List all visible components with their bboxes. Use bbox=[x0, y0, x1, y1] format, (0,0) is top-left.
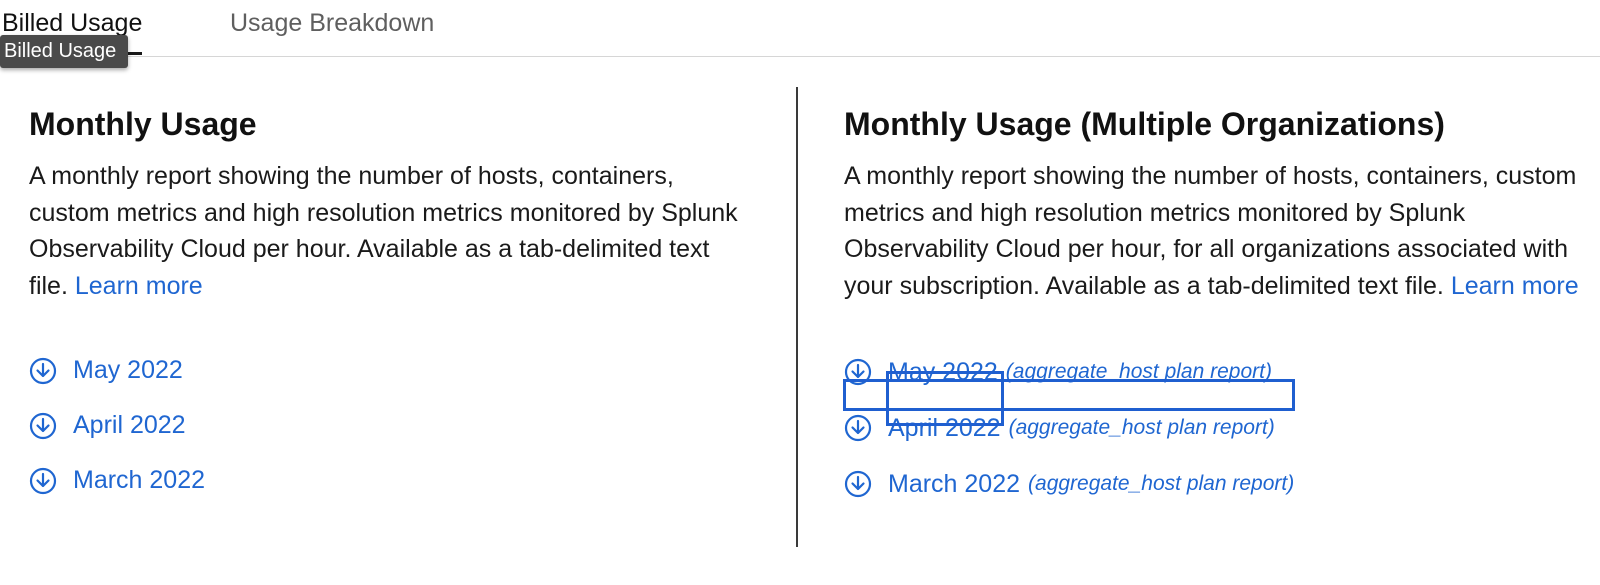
download-note[interactable]: (aggregate_host plan report) bbox=[1009, 416, 1275, 440]
download-icon bbox=[29, 467, 57, 494]
download-item[interactable]: March 2022 (aggregate_host plan report) bbox=[844, 456, 1584, 512]
tab-tooltip: Billed Usage bbox=[0, 35, 129, 68]
download-item[interactable]: April 2022 (aggregate_host plan report) bbox=[844, 400, 1584, 456]
download-icon bbox=[29, 412, 57, 439]
download-list: May 2022 (aggregate_host plan report) Ap… bbox=[844, 344, 1584, 512]
billed-usage-page: Billed Usage Usage Breakdown Billed Usag… bbox=[0, 0, 1600, 585]
download-item[interactable]: March 2022 bbox=[29, 453, 749, 508]
monthly-usage-multi-org-section: Monthly Usage (Multiple Organizations) A… bbox=[844, 100, 1584, 512]
download-list: May 2022 April 2022 March 2022 bbox=[29, 343, 749, 508]
download-label[interactable]: May 2022 bbox=[73, 356, 183, 385]
download-icon bbox=[844, 414, 872, 442]
download-label[interactable]: April 2022 bbox=[888, 414, 1001, 443]
learn-more-link[interactable]: Learn more bbox=[75, 272, 203, 300]
download-note[interactable]: (aggregate_host plan report) bbox=[1028, 472, 1294, 496]
section-description: A monthly report showing the number of h… bbox=[29, 158, 749, 304]
column-divider bbox=[796, 87, 798, 547]
monthly-usage-section: Monthly Usage A monthly report showing t… bbox=[29, 100, 749, 508]
download-label[interactable]: April 2022 bbox=[73, 411, 186, 440]
download-label[interactable]: March 2022 bbox=[888, 470, 1020, 499]
tab-bar: Billed Usage Usage Breakdown bbox=[0, 0, 1600, 57]
download-item[interactable]: April 2022 bbox=[29, 398, 749, 453]
section-title: Monthly Usage bbox=[29, 106, 257, 142]
download-label[interactable]: March 2022 bbox=[73, 466, 205, 495]
download-item[interactable]: May 2022 (aggregate_host plan report) bbox=[844, 344, 1584, 400]
section-description: A monthly report showing the number of h… bbox=[844, 158, 1584, 304]
learn-more-link[interactable]: Learn more bbox=[1451, 272, 1579, 300]
download-icon bbox=[844, 470, 872, 498]
download-note[interactable]: (aggregate_host plan report) bbox=[1006, 360, 1272, 384]
download-label[interactable]: May 2022 bbox=[888, 358, 998, 387]
download-item[interactable]: May 2022 bbox=[29, 343, 749, 398]
download-icon bbox=[844, 358, 872, 386]
download-icon bbox=[29, 357, 57, 384]
tab-usage-breakdown[interactable]: Usage Breakdown bbox=[230, 6, 434, 40]
section-title: Monthly Usage (Multiple Organizations) bbox=[844, 106, 1445, 142]
